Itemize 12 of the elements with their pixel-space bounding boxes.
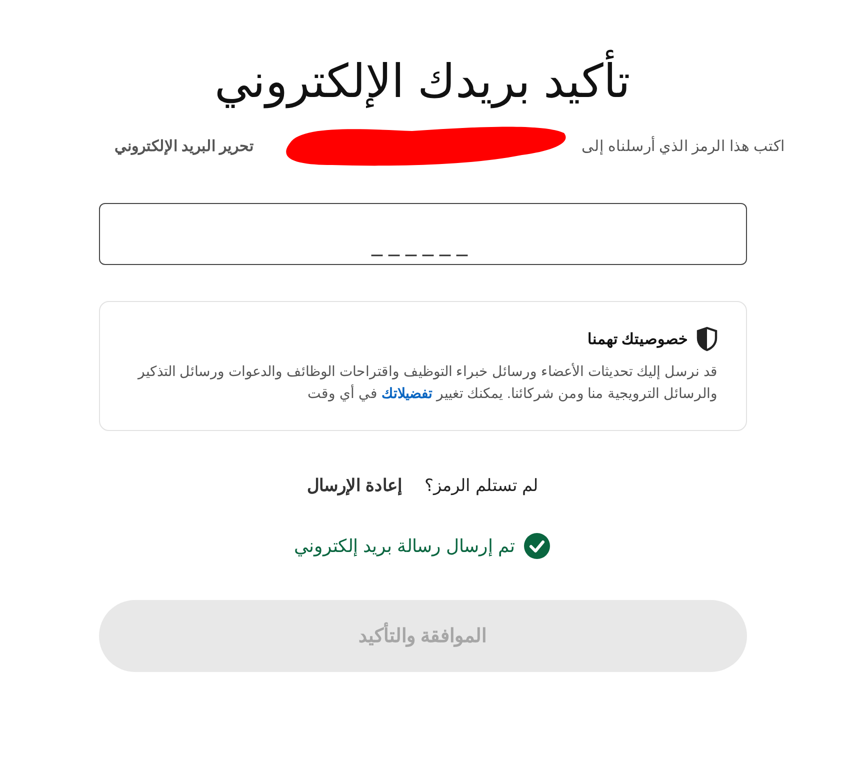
edit-email-link[interactable]: تحرير البريد الإلكتروني	[114, 136, 254, 155]
resend-question: لم تستلم الرمز؟	[424, 474, 538, 496]
preferences-link[interactable]: تفضيلاتك	[381, 384, 432, 401]
instruction-text: اكتب هذا الرمز الذي أرسلناه إلى	[582, 136, 784, 155]
page-title: تأكيد بريدك الإلكتروني	[210, 48, 634, 115]
resend-link[interactable]: إعادة الإرسال	[306, 474, 403, 496]
shield-icon	[696, 326, 718, 352]
code-input-field[interactable]: ______	[98, 202, 746, 265]
check-icon	[523, 532, 552, 560]
privacy-text: قد نرسل إليك تحديثات الأعضاء ورسائل خبراء التوظيف واقتراحات الوظائف والدعوات ورسائل التذكير والرسائل الترويجية منا ومن شركائنا. يمكنك تغيير تفضيلاتك في أي وقت	[136, 362, 718, 404]
privacy-heading: خصوصيتك تهمنا	[587, 330, 688, 348]
status-message: تم إرسال رسالة بريد إلكتروني	[294, 534, 516, 557]
